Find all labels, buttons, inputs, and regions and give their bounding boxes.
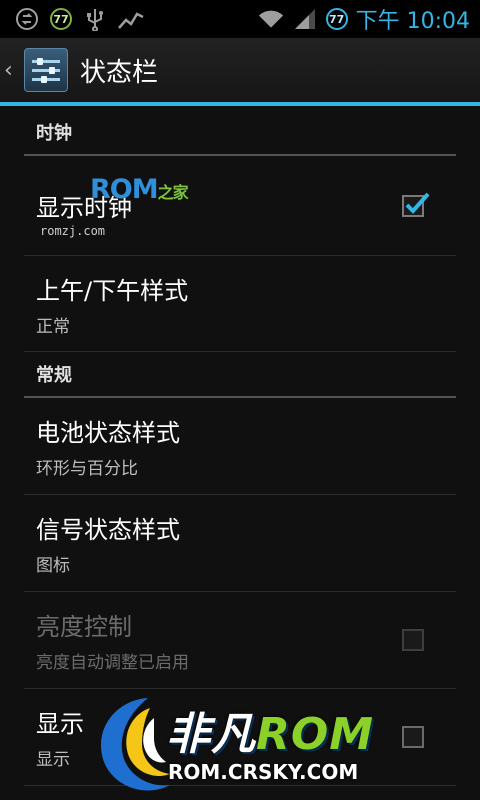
page-title: 状态栏 <box>80 57 159 88</box>
pref-title: 上午/下午样式 <box>36 276 189 305</box>
pref-summary: 图标 <box>36 556 70 576</box>
crsky-logo: 非凡ROM <box>166 698 374 762</box>
sync-icon <box>14 6 40 32</box>
romzj-logo-suffix: 之家 <box>157 183 189 202</box>
pref-signal-style[interactable]: 信号状态样式 图标 <box>24 495 456 592</box>
back-chevron-icon[interactable]: ‹ <box>0 58 22 83</box>
pref-battery-style[interactable]: 电池状态样式 环形与百分比 <box>24 398 456 495</box>
romzj-logo: ROM <box>90 174 159 205</box>
pref-brightness-control: 亮度控制 亮度自动调整已启用 <box>24 592 456 689</box>
romzj-watermark: ROM之家 <box>90 174 189 205</box>
pref-ampm-style[interactable]: 上午/下午样式 正常 <box>24 256 456 352</box>
crsky-logo-cn: 非凡 <box>166 709 256 760</box>
brightness-checkbox <box>402 629 424 651</box>
pref-title: 电池状态样式 <box>36 419 180 447</box>
pref-title: 信号状态样式 <box>36 516 180 544</box>
crsky-url: ROM.CRSKY.COM <box>168 760 359 784</box>
preference-list: 时钟 显示时钟 上午/下午样式 正常 常规 电池状态样式 环形与百分比 信号状态… <box>0 106 480 786</box>
signal-icon <box>292 6 318 32</box>
battery-badge-icon: 77 <box>325 8 348 30</box>
status-time: 下午 10:04 <box>355 9 470 34</box>
battery-badge-icon: 77 <box>50 8 72 30</box>
section-header-clock: 时钟 <box>24 106 456 156</box>
activity-icon <box>118 6 144 32</box>
settings-sliders-icon[interactable] <box>24 48 68 92</box>
status-bar: 77 77 下午 10:04 <box>0 0 480 38</box>
romzj-url: romzj.com <box>40 224 106 238</box>
pref-show-clock[interactable]: 显示时钟 <box>24 156 456 256</box>
wifi-icon <box>258 6 284 32</box>
crsky-watermark: 非凡ROM ROM.CRSKY.COM <box>88 690 418 800</box>
pref-title: 亮度控制 <box>36 613 132 641</box>
show-clock-checkbox[interactable] <box>402 192 430 217</box>
usb-icon <box>82 6 108 32</box>
action-bar: ‹ 状态栏 <box>0 38 480 106</box>
pref-summary: 正常 <box>36 316 70 337</box>
section-header-general: 常规 <box>24 352 456 398</box>
pref-summary: 环形与百分比 <box>36 459 138 479</box>
pref-summary: 亮度自动调整已启用 <box>36 653 189 673</box>
crsky-logo-rom: ROM <box>256 709 375 760</box>
